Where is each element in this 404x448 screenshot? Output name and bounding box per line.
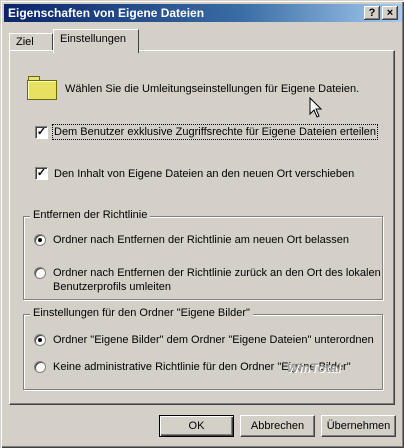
mouse-pointer-icon — [309, 97, 323, 118]
removal-policy-group: Entfernen der Richtlinie Ordner nach Ent… — [23, 209, 383, 300]
title-bar[interactable]: Eigenschaften von Eigene Dateien ? × — [4, 4, 402, 22]
help-button[interactable]: ? — [364, 6, 380, 20]
close-button[interactable]: × — [382, 6, 398, 20]
window-title: Eigenschaften von Eigene Dateien — [8, 6, 205, 20]
move-contents-checkbox[interactable]: ✓ — [35, 167, 48, 180]
intro-text: Wählen Sie die Umleitungseinstellungen f… — [65, 83, 360, 95]
exclusive-rights-label[interactable]: Dem Benutzer exklusive Zugriffsrechte fü… — [51, 124, 379, 140]
removal-policy-title: Entfernen der Richtlinie — [30, 209, 151, 221]
ok-button[interactable]: OK — [159, 415, 234, 437]
settings-panel: Wählen Sie die Umleitungseinstellungen f… — [9, 50, 395, 405]
redirect-back-label-line2[interactable]: Benutzerprofils umleiten — [53, 281, 171, 293]
no-admin-policy-radio[interactable] — [34, 361, 46, 373]
move-contents-label[interactable]: Den Inhalt von Eigene Dateien an den neu… — [54, 168, 354, 180]
tab-ziel[interactable]: Ziel — [9, 33, 53, 51]
redirect-back-radio[interactable] — [34, 267, 46, 279]
apply-button[interactable]: Übernehmen — [321, 415, 396, 437]
properties-dialog: Eigenschaften von Eigene Dateien ? × Zie… — [0, 0, 404, 448]
wintotal-watermark: WinTotal — [287, 361, 342, 375]
my-pictures-title: Einstellungen für den Ordner "Eigene Bil… — [30, 307, 253, 319]
redirect-back-label-line1[interactable]: Ordner nach Entfernen der Richtlinie zur… — [53, 267, 381, 279]
keep-at-new-location-label[interactable]: Ordner nach Entfernen der Richtlinie am … — [53, 234, 349, 246]
tab-einstellungen[interactable]: Einstellungen — [53, 29, 139, 53]
cancel-button[interactable]: Abbrechen — [240, 415, 315, 437]
subordinate-pictures-label[interactable]: Ordner "Eigene Bilder" dem Ordner "Eigen… — [53, 334, 374, 346]
folder-icon — [27, 76, 57, 100]
subordinate-pictures-radio[interactable] — [34, 334, 46, 346]
my-pictures-group: Einstellungen für den Ordner "Eigene Bil… — [23, 307, 383, 390]
keep-at-new-location-radio[interactable] — [34, 234, 46, 246]
exclusive-rights-checkbox[interactable]: ✓ — [35, 126, 48, 139]
